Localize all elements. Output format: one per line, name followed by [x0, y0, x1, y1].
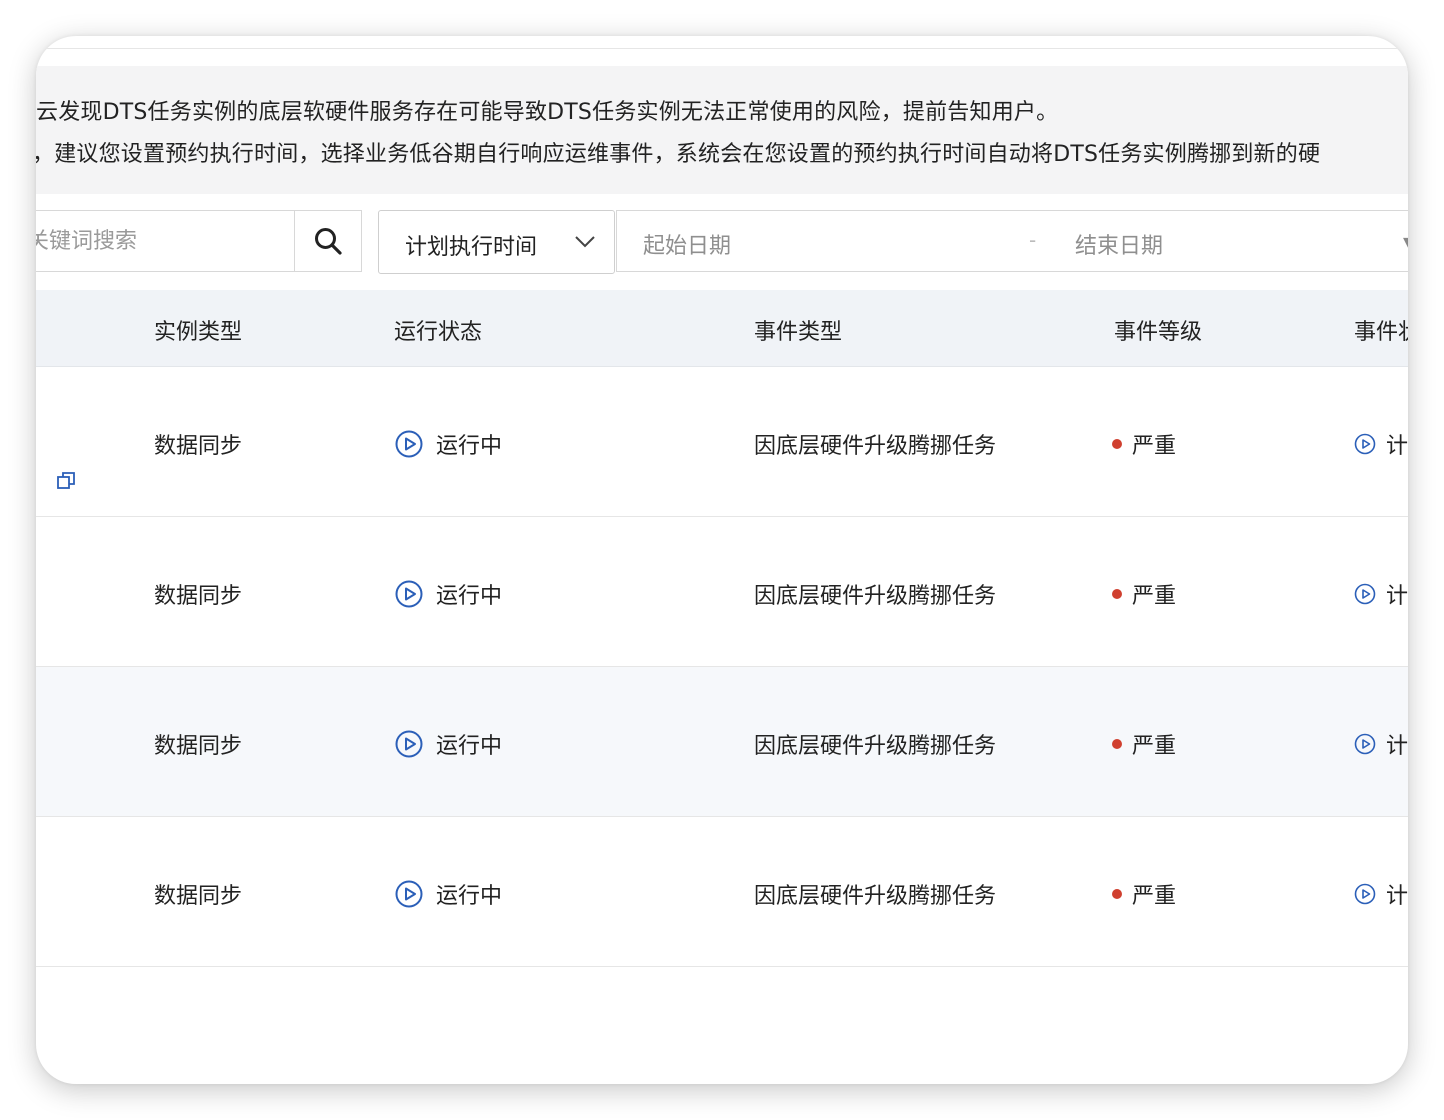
copy-icon[interactable] [56, 471, 76, 491]
search-button[interactable] [294, 211, 361, 271]
severity-dot [1112, 439, 1122, 449]
severity-dot [1112, 589, 1122, 599]
th-event-level: 事件等级 [1114, 320, 1203, 345]
cell-run-status: 运行中 [394, 428, 502, 460]
play-circle-icon [394, 429, 424, 459]
run-status-label: 运行中 [436, 734, 503, 759]
cell-instance-type: 数据同步 [154, 584, 243, 609]
cell-run-status: 运行中 [394, 728, 502, 760]
event-status-label: 计 [1386, 734, 1408, 759]
table-row: 数据同步 运行中 因底层硬件升级腾挪任务 严重 计 [36, 367, 1408, 517]
time-type-label: 计划执行时间 [405, 235, 538, 260]
event-level-label: 严重 [1132, 734, 1177, 759]
cell-run-status: 运行中 [394, 878, 502, 910]
cell-event-type: 因底层硬件升级腾挪任务 [754, 734, 997, 759]
play-circle-icon [1354, 883, 1376, 905]
event-status-label: 计 [1386, 884, 1408, 909]
start-date-input[interactable]: 起始日期 [643, 228, 731, 260]
cell-event-level: 严重 [1112, 728, 1176, 760]
cell-event-type: 因底层硬件升级腾挪任务 [754, 434, 997, 459]
table-row: 数据同步 运行中 因底层硬件升级腾挪任务 严重 计 [36, 667, 1408, 817]
th-instance-type: 实例类型 [154, 320, 243, 345]
search-icon [315, 228, 342, 255]
play-circle-icon [394, 729, 424, 759]
time-type-select[interactable]: 计划执行时间 [378, 210, 615, 274]
cell-event-level: 严重 [1112, 578, 1176, 610]
play-circle-icon [394, 879, 424, 909]
play-circle-icon [1354, 733, 1376, 755]
calendar-icon[interactable]: ▾ [1403, 229, 1408, 253]
table-row: 数据同步 运行中 因底层硬件升级腾挪任务 严重 计 [36, 517, 1408, 667]
cell-event-status: 计 [1354, 728, 1408, 760]
cell-event-type: 因底层硬件升级腾挪任务 [754, 584, 997, 609]
event-status-label: 计 [1386, 434, 1408, 459]
app-window: 云发现DTS任务实例的底层软硬件服务存在可能导致DTS任务实例无法正常使用的风险… [36, 36, 1408, 1084]
cell-event-status: 计 [1354, 878, 1408, 910]
th-event-type: 事件类型 [754, 320, 843, 345]
cell-event-level: 严重 [1112, 428, 1176, 460]
severity-dot [1112, 889, 1122, 899]
cell-event-status: 计 [1354, 578, 1408, 610]
notice-line-2: ，建议您设置预约执行时间，选择业务低谷期自行响应运维事件，系统会在您设置的预约执… [36, 142, 1321, 167]
run-status-label: 运行中 [436, 584, 503, 609]
chevron-down-icon [575, 236, 595, 248]
severity-dot [1112, 739, 1122, 749]
top-divider [36, 48, 1408, 49]
end-date-input[interactable]: 结束日期 [1075, 228, 1163, 260]
event-level-label: 严重 [1132, 884, 1177, 909]
cell-event-status: 计 [1354, 428, 1408, 460]
search-input[interactable] [36, 211, 297, 271]
notice-line-1: 云发现DTS任务实例的底层软硬件服务存在可能导致DTS任务实例无法正常使用的风险… [36, 100, 1059, 125]
play-circle-icon [1354, 583, 1376, 605]
play-circle-icon [394, 579, 424, 609]
notice-banner: 云发现DTS任务实例的底层软硬件服务存在可能导致DTS任务实例无法正常使用的风险… [36, 66, 1408, 194]
cell-event-level: 严重 [1112, 878, 1176, 910]
date-separator: - [1029, 228, 1037, 252]
cell-instance-type: 数据同步 [154, 434, 243, 459]
cell-instance-type: 数据同步 [154, 884, 243, 909]
cell-instance-type: 数据同步 [154, 734, 243, 759]
play-circle-icon [1354, 433, 1376, 455]
search-field [36, 210, 362, 272]
cell-event-type: 因底层硬件升级腾挪任务 [754, 884, 997, 909]
event-level-label: 严重 [1132, 584, 1177, 609]
th-run-status: 运行状态 [394, 320, 483, 345]
table-header: 实例类型 运行状态 事件类型 事件等级 事件状 [36, 290, 1408, 367]
event-level-label: 严重 [1132, 434, 1177, 459]
th-event-status: 事件状 [1354, 320, 1408, 345]
table-row: 数据同步 运行中 因底层硬件升级腾挪任务 严重 计 [36, 817, 1408, 967]
cell-run-status: 运行中 [394, 578, 502, 610]
run-status-label: 运行中 [436, 434, 503, 459]
date-range-picker[interactable]: 起始日期 - 结束日期 ▾ [616, 210, 1408, 272]
event-status-label: 计 [1386, 584, 1408, 609]
run-status-label: 运行中 [436, 884, 503, 909]
